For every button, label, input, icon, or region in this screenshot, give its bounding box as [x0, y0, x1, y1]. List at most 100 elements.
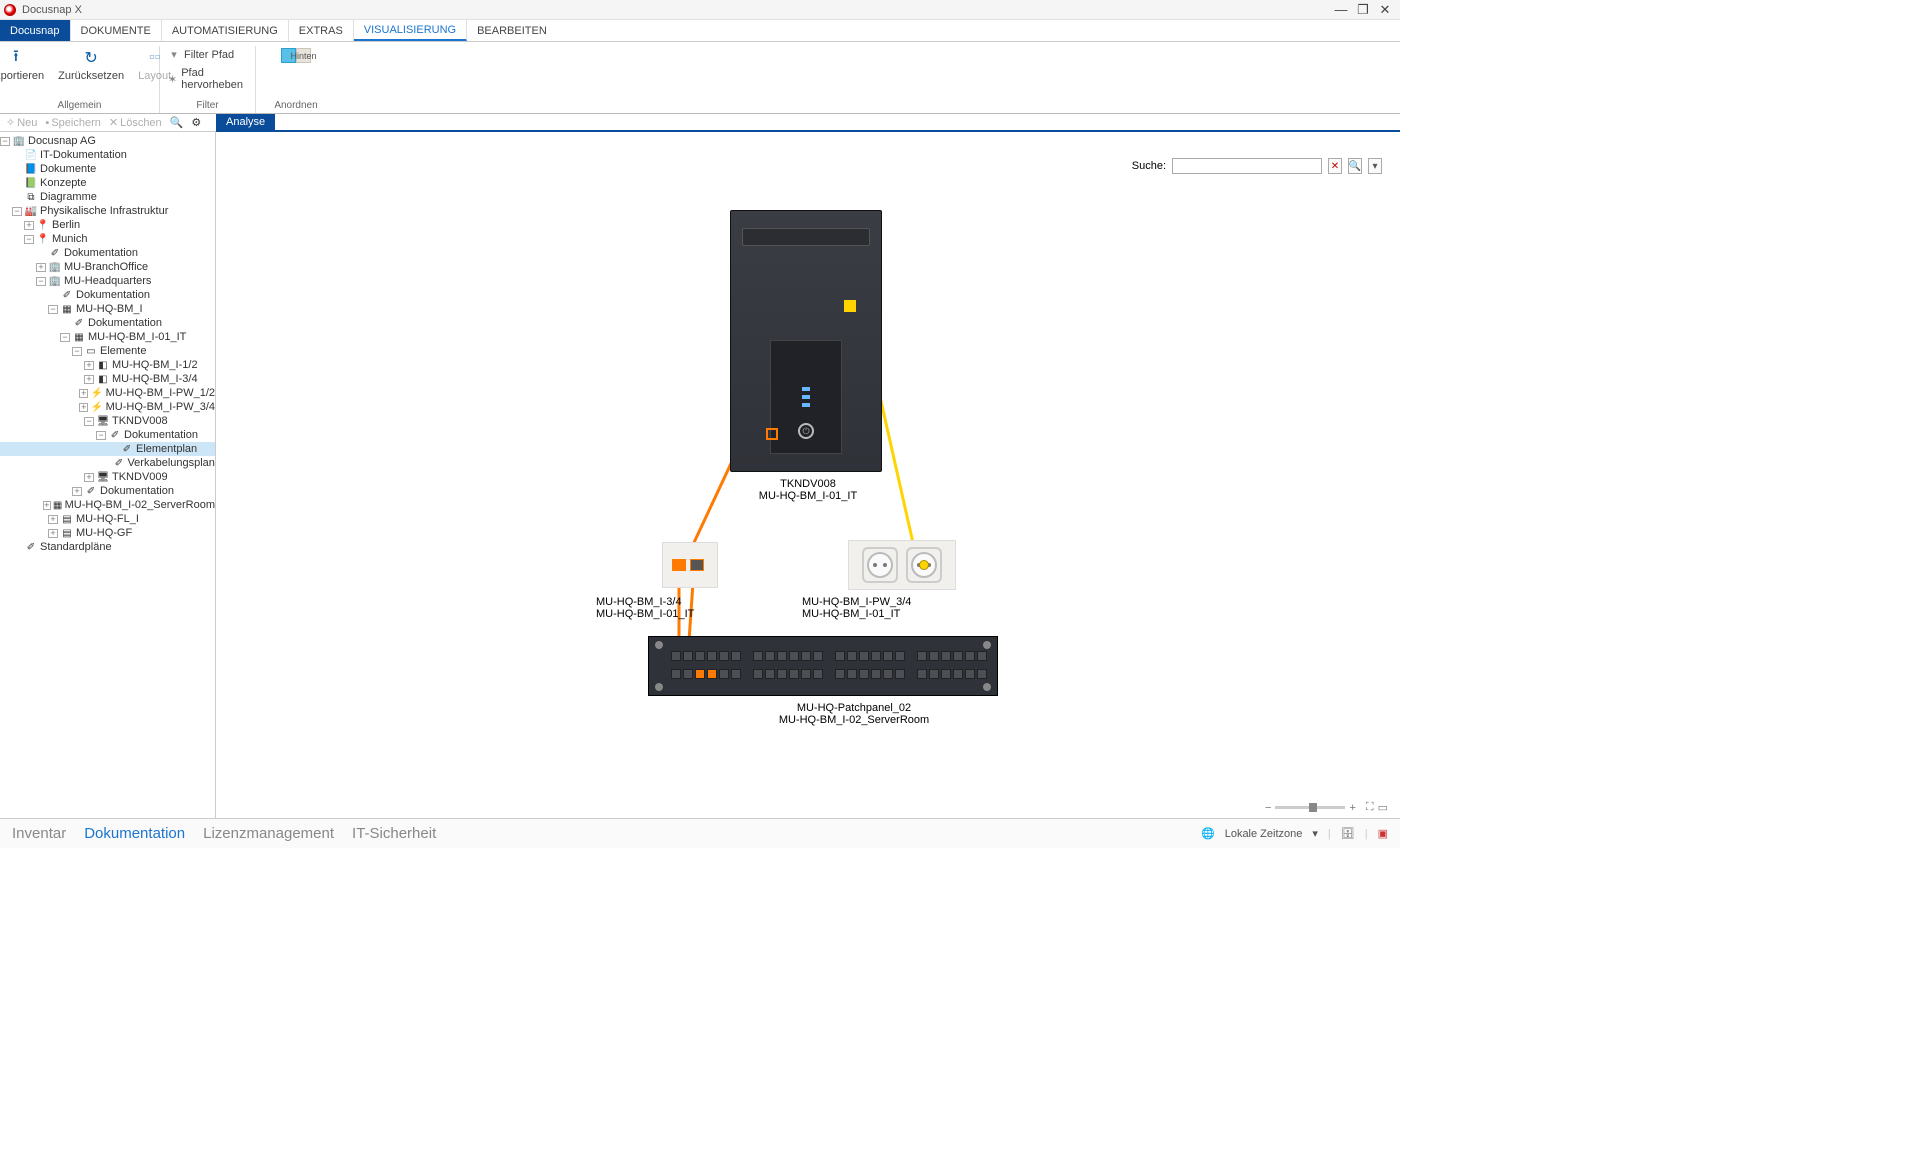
- tree-node-n5[interactable]: −🏭Physikalische Infrastruktur: [0, 204, 215, 218]
- tree-toggle[interactable]: −: [96, 431, 106, 440]
- filter-pfad-button[interactable]: ▾Filter Pfad: [168, 48, 234, 61]
- tree-node-n29[interactable]: ✐Standardpläne: [0, 540, 215, 554]
- tree-node-n21[interactable]: −✐Dokumentation: [0, 428, 215, 442]
- tree-node-n24[interactable]: +🖥TKNDV009: [0, 470, 215, 484]
- tree-node-n12[interactable]: −▦MU-HQ-BM_I: [0, 302, 215, 316]
- search-small-button[interactable]: 🔍: [170, 116, 184, 129]
- tree-toggle[interactable]: −: [0, 137, 10, 146]
- close-button[interactable]: ✕: [1374, 2, 1396, 18]
- menu-automatisierung[interactable]: AUTOMATISIERUNG: [162, 20, 289, 41]
- tree-toggle[interactable]: +: [36, 263, 46, 272]
- tree-node-n0[interactable]: −🏢Docusnap AG: [0, 134, 215, 148]
- patch-port: [671, 669, 681, 679]
- zoom-control[interactable]: − + ⛶ ▭: [1265, 801, 1388, 814]
- power-socket-element[interactable]: [848, 540, 956, 590]
- arrange-hinten-button[interactable]: Hinten: [281, 48, 311, 63]
- tree-node-n20[interactable]: −🖥TKNDV008: [0, 414, 215, 428]
- export-button[interactable]: ⭱ Exportieren: [0, 46, 48, 84]
- tree-node-n19[interactable]: +⚡MU-HQ-BM_I-PW_3/4: [0, 400, 215, 414]
- tree-node-n14[interactable]: −▦MU-HQ-BM_I-01_IT: [0, 330, 215, 344]
- tree-node-n11[interactable]: ✐Dokumentation: [0, 288, 215, 302]
- zoom-fit-icon[interactable]: ⛶: [1366, 801, 1374, 814]
- patch-port: [965, 669, 975, 679]
- zoom-out-icon[interactable]: −: [1265, 802, 1271, 814]
- tree-label: MU-HQ-GF: [74, 527, 132, 539]
- reset-button[interactable]: ↻ Zurücksetzen: [54, 46, 128, 84]
- tree-toggle[interactable]: +: [84, 375, 94, 384]
- tree-toggle[interactable]: +: [84, 361, 94, 370]
- tree-node-n9[interactable]: +🏢MU-BranchOffice: [0, 260, 215, 274]
- tree-icon: 📍: [36, 234, 50, 245]
- delete-icon: ✕: [109, 116, 118, 129]
- nav-inventar[interactable]: Inventar: [12, 825, 66, 842]
- tree-node-n25[interactable]: +✐Dokumentation: [0, 484, 215, 498]
- tree-node-n13[interactable]: ✐Dokumentation: [0, 316, 215, 330]
- loeschen-button[interactable]: ✕Löschen: [109, 116, 162, 129]
- maximize-button[interactable]: ❐: [1352, 2, 1374, 18]
- tree-pane[interactable]: −🏢Docusnap AG📄IT-Dokumentation📘Dokumente…: [0, 132, 216, 818]
- speichern-button[interactable]: ▪Speichern: [45, 117, 100, 129]
- layout-label: Layout: [138, 70, 171, 82]
- analyse-tab[interactable]: Analyse: [216, 114, 275, 130]
- menu-bearbeiten[interactable]: BEARBEITEN: [467, 20, 557, 41]
- tree-node-n22[interactable]: ✐Elementplan: [0, 442, 215, 456]
- tree-toggle[interactable]: −: [72, 347, 82, 356]
- tree-toggle[interactable]: +: [72, 487, 82, 496]
- tree-toggle[interactable]: −: [84, 417, 94, 426]
- tree-toggle[interactable]: +: [79, 403, 89, 412]
- tree-node-n23[interactable]: ✐Verkabelungsplan: [0, 456, 215, 470]
- tree-label: Dokumentation: [122, 429, 198, 441]
- tree-node-n6[interactable]: +📍Berlin: [0, 218, 215, 232]
- nav-itsicherheit[interactable]: IT-Sicherheit: [352, 825, 436, 842]
- db-icon[interactable]: 🗄: [1341, 827, 1355, 840]
- status-flag-icon[interactable]: ▣: [1378, 827, 1388, 840]
- patch-port: [777, 669, 787, 679]
- nav-dokumentation[interactable]: Dokumentation: [84, 825, 185, 842]
- tree-toggle[interactable]: −: [12, 207, 22, 216]
- tree-node-n2[interactable]: 📘Dokumente: [0, 162, 215, 176]
- tree-icon: ✐: [84, 486, 98, 497]
- tree-toggle[interactable]: +: [79, 389, 89, 398]
- tree-node-n7[interactable]: −📍Munich: [0, 232, 215, 246]
- tree-node-n18[interactable]: +⚡MU-HQ-BM_I-PW_1/2: [0, 386, 215, 400]
- tree-node-n1[interactable]: 📄IT-Dokumentation: [0, 148, 215, 162]
- menu-visualisierung[interactable]: VISUALISIERUNG: [354, 20, 467, 41]
- nav-lizenz[interactable]: Lizenzmanagement: [203, 825, 334, 842]
- tree-toggle[interactable]: −: [24, 235, 34, 244]
- zoom-actual-icon[interactable]: ▭: [1378, 801, 1388, 814]
- device-tower[interactable]: ⏻: [730, 210, 882, 472]
- minimize-button[interactable]: —: [1330, 2, 1352, 17]
- tree-icon: ✐: [108, 430, 122, 441]
- tree-node-n8[interactable]: ✐Dokumentation: [0, 246, 215, 260]
- diagram-canvas[interactable]: ⏻ TKNDV008 MU-HQ-BM_I-01_IT MU-HQ-BM_I-3…: [216, 150, 1400, 818]
- menu-dokumente[interactable]: DOKUMENTE: [71, 20, 162, 41]
- tree-node-n10[interactable]: −🏢MU-Headquarters: [0, 274, 215, 288]
- menu-file[interactable]: Docusnap: [0, 20, 71, 41]
- tree-node-n27[interactable]: +▤MU-HQ-FL_I: [0, 512, 215, 526]
- tree-node-n28[interactable]: +▤MU-HQ-GF: [0, 526, 215, 540]
- tree-toggle[interactable]: +: [43, 501, 51, 510]
- tree-toggle[interactable]: +: [84, 473, 94, 482]
- tree-node-n26[interactable]: +▦MU-HQ-BM_I-02_ServerRoom: [0, 498, 215, 512]
- zoom-in-icon[interactable]: +: [1349, 802, 1355, 814]
- patch-port: [683, 669, 693, 679]
- tree-icon: 🏢: [48, 276, 62, 287]
- patch-panel-element[interactable]: [648, 636, 998, 696]
- tree-node-n15[interactable]: −▭Elemente: [0, 344, 215, 358]
- menu-extras[interactable]: EXTRAS: [289, 20, 354, 41]
- tree-toggle[interactable]: +: [48, 529, 58, 538]
- tree-node-n4[interactable]: ⧉Diagramme: [0, 190, 215, 204]
- neu-button[interactable]: ✧Neu: [6, 116, 37, 129]
- timezone-label[interactable]: Lokale Zeitzone: [1225, 828, 1303, 840]
- tree-node-n3[interactable]: 📗Konzepte: [0, 176, 215, 190]
- tree-label: Physikalische Infrastruktur: [38, 205, 168, 217]
- tree-toggle[interactable]: −: [60, 333, 70, 342]
- settings-small-button[interactable]: ⚙: [191, 116, 201, 129]
- tree-toggle[interactable]: −: [48, 305, 58, 314]
- tree-node-n16[interactable]: +◧MU-HQ-BM_I-1/2: [0, 358, 215, 372]
- tree-toggle[interactable]: +: [48, 515, 58, 524]
- tree-toggle[interactable]: −: [36, 277, 46, 286]
- tree-toggle[interactable]: +: [24, 221, 34, 230]
- pfad-hervorheben-button[interactable]: ✶Pfad hervorheben: [168, 67, 247, 91]
- tree-node-n17[interactable]: +◧MU-HQ-BM_I-3/4: [0, 372, 215, 386]
